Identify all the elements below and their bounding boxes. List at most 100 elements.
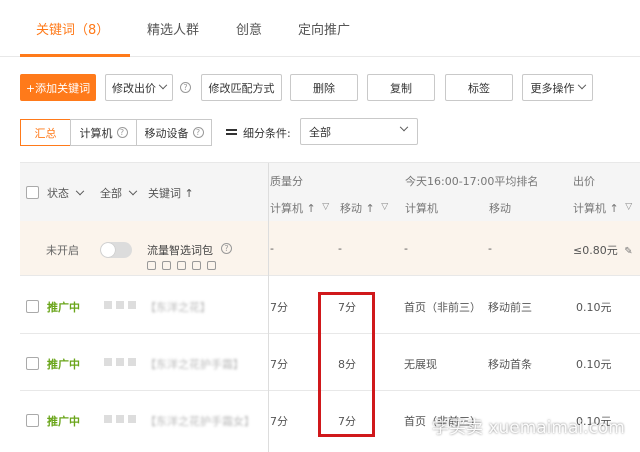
blurred-icon	[128, 415, 136, 423]
help-icon[interactable]: ?	[116, 127, 128, 138]
row-bid[interactable]: 0.10元	[576, 299, 612, 315]
header-keyword[interactable]: 关键词 ↑	[148, 185, 194, 201]
chevron-down-icon	[399, 122, 409, 132]
delete-label: 删除	[313, 81, 335, 95]
package-quality-mobile: -	[338, 242, 342, 255]
table-header: 状态 全部 关键词 ↑ 质量分 计算机 ↑ 移动 ↑ 今天16:00-17:00…	[20, 163, 640, 221]
row-rank-computer: 无展现	[404, 358, 437, 371]
more-actions-label: 更多操作	[530, 81, 575, 95]
filter-icon[interactable]	[322, 202, 331, 212]
blurred-icon	[116, 358, 124, 366]
segment-mobile[interactable]: 移动设备 ?	[136, 119, 212, 146]
header-status[interactable]: 状态	[47, 185, 84, 201]
row-rank-mobile: 移动前三	[488, 301, 532, 314]
header-status-label: 状态	[47, 187, 69, 200]
filter-icon[interactable]	[625, 202, 634, 212]
wrench-icon[interactable]	[162, 261, 171, 270]
row-keyword[interactable]: 【东洋之花】	[145, 299, 211, 315]
segment-summary[interactable]: 汇总	[20, 119, 71, 146]
segment-summary-label: 汇总	[34, 126, 57, 140]
more-actions-button[interactable]: 更多操作	[522, 74, 593, 101]
header-quality: 质量分	[270, 175, 303, 188]
calendar-icon[interactable]	[207, 261, 216, 270]
list-icon	[226, 128, 237, 138]
package-bid[interactable]: ≤0.80元 ✎	[573, 242, 633, 258]
row-keyword[interactable]: 【东洋之花护手霜女】	[145, 413, 255, 429]
tab-bar: 关键词（8） 精选人群 创意 定向推广	[0, 0, 640, 57]
header-rank-group: 今天16:00-17:00平均排名	[405, 175, 539, 188]
add-keyword-button[interactable]: +添加关键词	[20, 74, 96, 101]
active-tab-indicator	[20, 54, 130, 57]
chart-icon[interactable]	[192, 261, 201, 270]
row-checkbox[interactable]	[26, 300, 39, 313]
segment-mobile-label: 移动设备	[144, 126, 189, 140]
filter-icon[interactable]	[381, 202, 390, 212]
help-icon[interactable]: ?	[180, 82, 191, 93]
header-all[interactable]: 全部	[100, 185, 137, 201]
copy-button[interactable]: 复制	[367, 74, 435, 101]
modify-match-button[interactable]: 修改匹配方式	[201, 74, 282, 101]
header-bid-group: 出价	[573, 175, 595, 188]
copy-label: 复制	[390, 81, 412, 95]
chevron-down-icon	[577, 80, 586, 89]
header-bid-computer-label: 计算机 ↑	[573, 202, 619, 215]
help-icon[interactable]: ?	[192, 127, 204, 138]
modify-match-label: 修改匹配方式	[208, 81, 275, 95]
edit-pencil-icon[interactable]: ✎	[624, 246, 632, 257]
blurred-icon	[104, 358, 112, 366]
highlight-box	[318, 292, 375, 437]
blurred-icon	[104, 301, 112, 309]
package-bid-value: ≤0.80元	[573, 244, 618, 257]
row-quality-computer: 7分	[270, 358, 288, 371]
package-quality-computer: -	[270, 242, 274, 255]
filter-select-value: 全部	[309, 125, 331, 139]
blurred-icon	[116, 301, 124, 309]
row-status: 推广中	[47, 415, 80, 428]
modify-bid-button[interactable]: 修改出价	[105, 74, 173, 101]
row-quality-computer: 7分	[270, 301, 288, 314]
row-status: 推广中	[47, 358, 80, 371]
filter-label: 细分条件:	[226, 125, 291, 141]
tag-button[interactable]: 标签	[445, 74, 513, 101]
header-bid-computer[interactable]: 计算机 ↑	[573, 200, 634, 216]
row-quality-computer: 7分	[270, 415, 288, 428]
header-quality-mobile-label: 移动 ↑	[340, 202, 375, 215]
header-quality-mobile[interactable]: 移动 ↑	[340, 200, 390, 216]
package-rank-computer: -	[404, 242, 408, 255]
row-bid[interactable]: 0.10元	[576, 356, 612, 372]
blurred-icon	[128, 301, 136, 309]
tab-selected-crowd[interactable]: 精选人群	[147, 19, 199, 38]
tab-targeted-promotion[interactable]: 定向推广	[298, 19, 350, 38]
package-rank-mobile: -	[488, 242, 492, 255]
row-checkbox[interactable]	[26, 357, 39, 370]
header-all-label: 全部	[100, 187, 122, 200]
row-rank-computer: 首页（非前三）	[404, 301, 481, 314]
select-all-checkbox[interactable]	[26, 186, 39, 199]
package-toggle[interactable]	[100, 242, 132, 258]
package-status: 未开启	[46, 244, 79, 257]
add-keyword-label: +添加关键词	[25, 81, 91, 95]
modify-bid-label: 修改出价	[112, 81, 156, 95]
package-tool-icons	[147, 261, 216, 270]
filter-select[interactable]: 全部	[300, 118, 418, 145]
header-rank-computer: 计算机	[405, 202, 438, 215]
header-quality-computer[interactable]: 计算机 ↑	[270, 200, 331, 216]
row-checkbox[interactable]	[26, 414, 39, 427]
package-name[interactable]: 流量智选词包	[147, 242, 213, 258]
blurred-icon	[104, 415, 112, 423]
segment-computer-label: 计算机	[79, 126, 113, 140]
blurred-icon	[116, 415, 124, 423]
row-keyword[interactable]: 【东洋之花护手霜】	[145, 356, 244, 372]
row-status: 推广中	[47, 301, 80, 314]
help-icon[interactable]: ?	[221, 243, 232, 254]
bar-chart-icon[interactable]	[177, 261, 186, 270]
settings-icon[interactable]	[147, 261, 156, 270]
chevron-down-icon	[128, 186, 137, 196]
delete-button[interactable]: 删除	[290, 74, 358, 101]
watermark-text: 学买卖 xuemaimai.com	[432, 418, 625, 438]
row-rank-mobile: 移动首条	[488, 358, 532, 371]
segment-computer[interactable]: 计算机 ?	[70, 119, 137, 146]
tab-keywords[interactable]: 关键词（8）	[36, 19, 109, 38]
tab-creative[interactable]: 创意	[236, 19, 262, 38]
column-divider	[268, 163, 269, 452]
